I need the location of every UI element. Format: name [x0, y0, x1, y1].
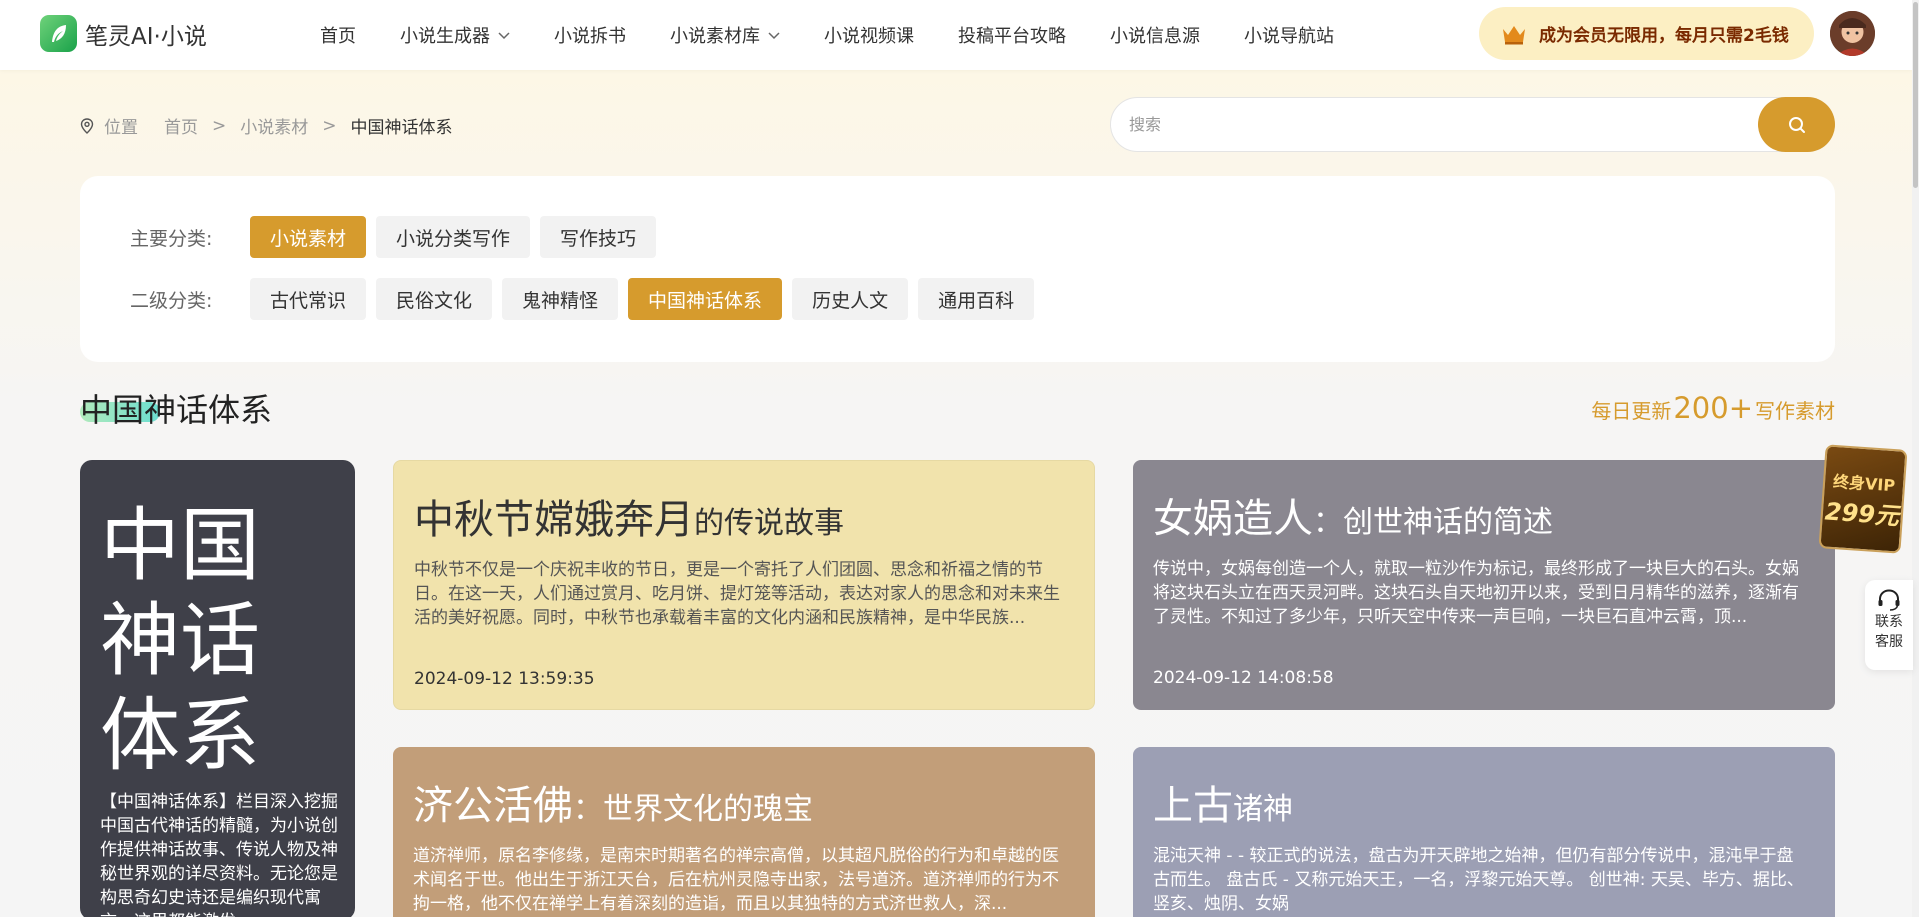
chip-novel-material[interactable]: 小说素材	[250, 216, 367, 258]
breadcrumb-location-label: 位置	[104, 118, 138, 138]
article-title-sub: 诸神	[1233, 792, 1293, 827]
daily-prefix: 每日更新	[1591, 399, 1672, 423]
location-pin-icon	[80, 117, 94, 134]
article-title: 女娲造人：创世神话的简述	[1153, 486, 1553, 544]
avatar[interactable]	[1830, 11, 1875, 56]
chevron-down-icon	[768, 32, 780, 40]
daily-suffix: 写作素材	[1755, 399, 1835, 423]
article-excerpt: 混沌天神 - - 较正式的说法，盘古为开天辟地之始神，但仍有部分传说中，混沌早于…	[1153, 846, 1804, 914]
nav-label: 小说信息源	[1110, 26, 1200, 47]
intro-description: 【中国神话体系】栏目深入挖掘中国古代神话的精髓，为小说创作提供神话故事、传说人物…	[100, 792, 338, 917]
nav-label: 小说素材库	[670, 26, 760, 47]
nav-novel-generator[interactable]: 小说生成器	[400, 22, 510, 48]
breadcrumb-material[interactable]: 小说素材	[240, 113, 308, 138]
breadcrumb-separator: >	[212, 115, 227, 136]
secondary-category-row: 二级分类: 古代常识 民俗文化 鬼神精怪 中国神话体系 历史人文 通用百科	[130, 278, 1044, 320]
article-card[interactable]: 上古诸神 混沌天神 - - 较正式的说法，盘古为开天辟地之始神，但仍有部分传说中…	[1133, 747, 1835, 917]
article-title-sub: ：世界文化的瑰宝	[573, 792, 813, 827]
primary-category-label: 主要分类:	[130, 227, 213, 250]
vip-banner-button[interactable]: 成为会员无限用，每月只需2毛钱	[1479, 7, 1814, 60]
article-title: 中秋节嫦娥奔月的传说故事	[414, 487, 844, 545]
chip-chinese-mythology[interactable]: 中国神话体系	[628, 278, 783, 320]
chip-folk-culture[interactable]: 民俗文化	[376, 278, 493, 320]
article-title-main: 女娲造人	[1153, 496, 1313, 542]
intro-title: 中国神话体系	[100, 499, 260, 782]
nav-info-source[interactable]: 小说信息源	[1110, 22, 1200, 48]
article-title: 上古诸神	[1153, 773, 1293, 831]
article-card[interactable]: 中秋节嫦娥奔月的传说故事 中秋节不仅是一个庆祝丰收的节日，更是一个寄托了人们团圆…	[393, 460, 1095, 710]
nav-label: 小说导航站	[1244, 26, 1334, 47]
main-nav: 首页 小说生成器 小说拆书 小说素材库 小说视频课 投稿平台攻略 小说信息源 小…	[320, 0, 1378, 70]
article-title-sub: 的传说故事	[694, 506, 844, 541]
article-title: 济公活佛：世界文化的瑰宝	[413, 773, 813, 831]
chip-writing-skills[interactable]: 写作技巧	[540, 216, 657, 258]
customer-service-button[interactable]: 联系客服	[1865, 580, 1913, 670]
headset-icon	[1878, 589, 1900, 611]
crown-icon	[1503, 25, 1525, 44]
logo-text: 笔灵AI·小说	[85, 23, 207, 50]
article-title-sub: ：创世神话的简述	[1313, 505, 1553, 540]
vip-banner-text: 成为会员无限用，每月只需2毛钱	[1539, 26, 1789, 46]
section-title: 中国神话体系	[80, 391, 273, 429]
page-scrollbar[interactable]	[1912, 0, 1919, 917]
chip-history-humanities[interactable]: 历史人文	[792, 278, 909, 320]
search-icon	[1788, 116, 1805, 133]
article-excerpt: 道济禅师，原名李修缘，是南宋时期著名的禅宗高僧，以其超凡脱俗的行为和卓越的医术闻…	[413, 846, 1059, 914]
article-title-main: 上古	[1153, 783, 1233, 829]
article-excerpt: 传说中，女娲每创造一个人，就取一粒沙作为标记，最终形成了一块巨大的石头。女娲将这…	[1153, 559, 1799, 627]
article-title-main: 济公活佛	[413, 783, 573, 829]
nav-label: 首页	[320, 26, 356, 47]
breadcrumb-home[interactable]: 首页	[164, 113, 198, 138]
service-label: 联系客服	[1875, 614, 1903, 650]
daily-update-note: 每日更新 200+ 写作素材	[1591, 391, 1835, 425]
article-excerpt: 中秋节不仅是一个庆祝丰收的节日，更是一个寄托了人们团圆、思念和祈福之情的节日。在…	[414, 560, 1060, 628]
primary-category-row: 主要分类: 小说素材 小说分类写作 写作技巧	[130, 216, 666, 258]
category-intro-card: 中国神话体系 【中国神话体系】栏目深入挖掘中国古代神话的精髓，为小说创作提供神话…	[80, 460, 355, 917]
nav-label: 投稿平台攻略	[958, 26, 1066, 47]
article-card[interactable]: 女娲造人：创世神话的简述 传说中，女娲每创造一个人，就取一粒沙作为标记，最终形成…	[1133, 460, 1835, 710]
scrollbar-thumb[interactable]	[1913, 2, 1918, 188]
top-header: 笔灵AI·小说 首页 小说生成器 小说拆书 小说素材库 小说视频课 投稿平台攻略…	[0, 0, 1912, 70]
article-date: 2024-09-12 14:08:58	[1153, 668, 1334, 688]
article-card[interactable]: 济公活佛：世界文化的瑰宝 道济禅师，原名李修缘，是南宋时期著名的禅宗高僧，以其超…	[393, 747, 1095, 917]
vip-badge-price: 299元	[1824, 496, 1900, 531]
nav-label: 小说视频课	[824, 26, 914, 47]
chevron-down-icon	[498, 32, 510, 40]
quill-logo-icon	[40, 15, 77, 52]
nav-label: 小说拆书	[554, 26, 626, 47]
secondary-category-label: 二级分类:	[130, 289, 213, 312]
breadcrumb: 位置 首页 > 小说素材 > 中国神话体系	[80, 113, 453, 138]
nav-label: 小说生成器	[400, 26, 490, 47]
article-title-main: 中秋节嫦娥奔月	[414, 497, 694, 543]
nav-navigation-site[interactable]: 小说导航站	[1244, 22, 1334, 48]
chip-ancient-knowledge[interactable]: 古代常识	[250, 278, 367, 320]
breadcrumb-separator: >	[322, 115, 337, 136]
lifetime-vip-badge[interactable]: 终身VIP 299元	[1818, 444, 1908, 554]
search-box	[1110, 97, 1835, 152]
nav-submission-guide[interactable]: 投稿平台攻略	[958, 22, 1066, 48]
category-filter-panel: 主要分类: 小说素材 小说分类写作 写作技巧 二级分类: 古代常识 民俗文化 鬼…	[80, 176, 1835, 362]
logo[interactable]: 笔灵AI·小说	[40, 15, 207, 52]
search-input[interactable]	[1129, 98, 1709, 151]
nav-material-library[interactable]: 小说素材库	[670, 22, 780, 48]
article-date: 2024-09-12 13:59:35	[414, 669, 595, 689]
breadcrumb-current: 中国神话体系	[350, 118, 453, 138]
chip-genre-writing[interactable]: 小说分类写作	[376, 216, 531, 258]
daily-count: 200+	[1673, 391, 1753, 425]
search-button[interactable]	[1758, 97, 1835, 152]
chip-ghosts-spirits[interactable]: 鬼神精怪	[502, 278, 619, 320]
nav-video-course[interactable]: 小说视频课	[824, 22, 914, 48]
nav-home[interactable]: 首页	[320, 22, 356, 48]
nav-book-analysis[interactable]: 小说拆书	[554, 22, 626, 48]
chip-encyclopedia[interactable]: 通用百科	[918, 278, 1035, 320]
